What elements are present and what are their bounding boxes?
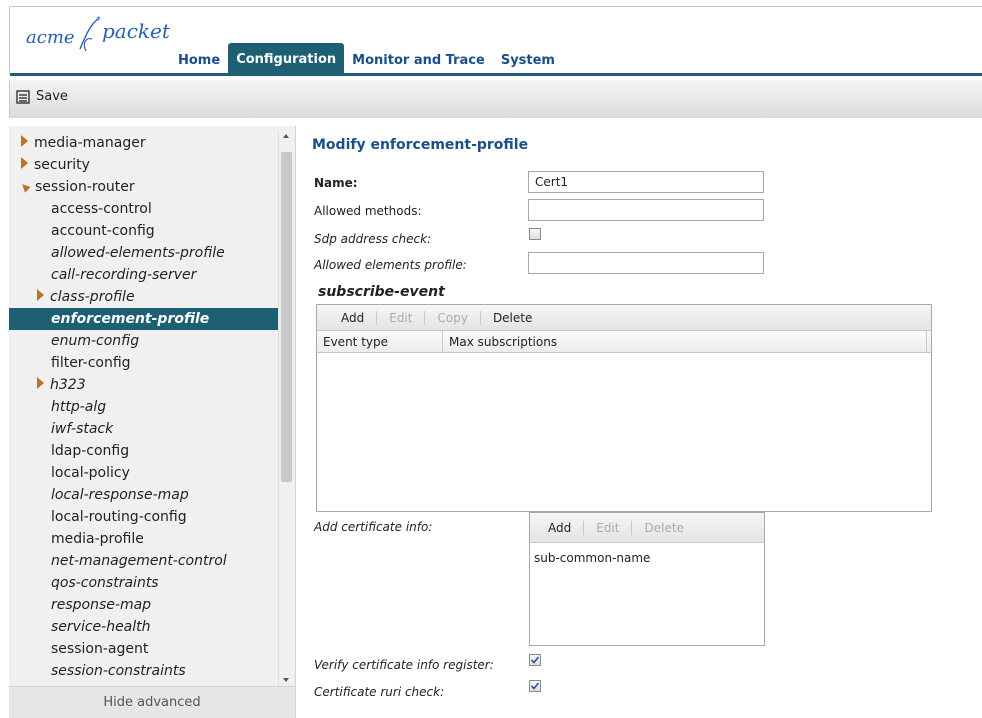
- tree-item-qos-constraints[interactable]: qos-constraints: [9, 572, 279, 594]
- tree-item-session-constraints[interactable]: session-constraints: [9, 660, 279, 682]
- sidebar-scrollbar[interactable]: [278, 130, 294, 688]
- tab-system[interactable]: System: [493, 47, 563, 75]
- cert-add-button[interactable]: Add: [536, 521, 583, 535]
- svg-text:*: *: [96, 15, 101, 26]
- subscribe-delete-button[interactable]: Delete: [481, 311, 544, 325]
- subscribe-edit-button[interactable]: Edit: [377, 311, 424, 325]
- scrollbar-thumb[interactable]: [281, 152, 292, 482]
- allowed-methods-input[interactable]: [528, 199, 764, 221]
- tab-configuration[interactable]: Configuration: [228, 43, 345, 75]
- column-max-subscriptions[interactable]: Max subscriptions: [443, 331, 927, 352]
- hide-advanced-button[interactable]: Hide advanced: [9, 686, 295, 718]
- tree-item-media-manager[interactable]: media-manager: [9, 132, 279, 154]
- checkmark-icon: [530, 682, 540, 690]
- certificate-ruri-check-label: Certificate ruri check:: [314, 685, 445, 699]
- scroll-down-arrow-icon[interactable]: [283, 678, 289, 682]
- tree-item-session-agent[interactable]: session-agent: [9, 638, 279, 660]
- tree-item-local-response-map[interactable]: local-response-map: [9, 484, 279, 506]
- tree-item-access-control[interactable]: access-control: [9, 198, 279, 220]
- tree-item-iwf-stack[interactable]: iwf-stack: [9, 418, 279, 440]
- tree-item-enforcement-profile[interactable]: enforcement-profile: [9, 308, 279, 330]
- save-icon: [16, 89, 30, 104]
- config-tree: media-manager security session-router ac…: [9, 132, 279, 682]
- acme-packet-logo: acme * packet: [26, 15, 176, 55]
- certificate-ruri-check-checkbox[interactable]: [529, 680, 541, 692]
- tree-item-media-profile[interactable]: media-profile: [9, 528, 279, 550]
- tree-item-http-alg[interactable]: http-alg: [9, 396, 279, 418]
- subscribe-event-grid: Add Edit Copy Delete Event type Max subs…: [316, 304, 932, 512]
- main-panel: Modify enforcement-profile Name: Allowed…: [296, 126, 982, 718]
- checkmark-icon: [530, 656, 540, 664]
- add-certificate-info-label: Add certificate info:: [314, 520, 433, 534]
- tree-item-local-policy[interactable]: local-policy: [9, 462, 279, 484]
- tree-item-class-profile[interactable]: class-profile: [9, 286, 279, 308]
- expand-arrow-icon[interactable]: [21, 135, 28, 147]
- subscribe-event-header: Event type Max subscriptions: [317, 331, 931, 353]
- verify-certificate-info-register-checkbox[interactable]: [529, 654, 541, 666]
- certificate-info-toolbar: Add Edit Delete: [530, 513, 764, 543]
- name-input[interactable]: [528, 171, 764, 193]
- expand-arrow-icon[interactable]: [21, 157, 28, 169]
- tree-item-filter-config[interactable]: filter-config: [9, 352, 279, 374]
- tree-item-h323[interactable]: h323: [9, 374, 279, 396]
- main-nav: Home Configuration Monitor and Trace Sys…: [170, 43, 563, 75]
- form-title: Modify enforcement-profile: [312, 137, 529, 153]
- cert-edit-button[interactable]: Edit: [584, 521, 631, 535]
- tree-item-call-recording-server[interactable]: call-recording-server: [9, 264, 279, 286]
- subscribe-event-title: subscribe-event: [318, 284, 445, 300]
- tree-item-security[interactable]: security: [9, 154, 279, 176]
- subscribe-event-toolbar: Add Edit Copy Delete: [317, 305, 931, 331]
- config-sidebar: media-manager security session-router ac…: [9, 126, 296, 718]
- column-event-type[interactable]: Event type: [317, 331, 443, 352]
- tree-item-account-config[interactable]: account-config: [9, 220, 279, 242]
- tree-item-ldap-config[interactable]: ldap-config: [9, 440, 279, 462]
- subscribe-add-button[interactable]: Add: [329, 311, 376, 325]
- scroll-up-arrow-icon[interactable]: [283, 134, 289, 138]
- sdp-address-check-checkbox[interactable]: [529, 228, 541, 240]
- allowed-methods-label: Allowed methods:: [314, 204, 422, 218]
- collapse-arrow-icon[interactable]: [19, 181, 31, 193]
- tree-item-service-health[interactable]: service-health: [9, 616, 279, 638]
- tree-item-allowed-elements-profile[interactable]: allowed-elements-profile: [9, 242, 279, 264]
- tree-item-local-routing-config[interactable]: local-routing-config: [9, 506, 279, 528]
- save-label: Save: [36, 89, 68, 104]
- logo-acme-text: acme: [26, 27, 75, 48]
- name-label: Name:: [314, 176, 358, 190]
- list-item[interactable]: sub-common-name: [530, 543, 764, 565]
- tree-item-response-map[interactable]: response-map: [9, 594, 279, 616]
- allowed-elements-profile-input[interactable]: [528, 252, 764, 274]
- subscribe-copy-button[interactable]: Copy: [425, 311, 479, 325]
- tree-item-enum-config[interactable]: enum-config: [9, 330, 279, 352]
- logo-packet-text: packet: [102, 19, 170, 43]
- tab-home[interactable]: Home: [170, 47, 228, 75]
- tab-monitor-and-trace[interactable]: Monitor and Trace: [344, 47, 493, 75]
- tree-item-net-management-control[interactable]: net-management-control: [9, 550, 279, 572]
- allowed-elements-profile-label: Allowed elements profile:: [314, 258, 467, 272]
- header-divider: [10, 73, 982, 76]
- expand-arrow-icon[interactable]: [37, 377, 44, 389]
- tree-item-session-router[interactable]: session-router: [9, 176, 279, 198]
- save-button[interactable]: Save: [16, 89, 68, 104]
- expand-arrow-icon[interactable]: [37, 289, 44, 301]
- cert-delete-button[interactable]: Delete: [632, 521, 695, 535]
- sdp-address-check-label: Sdp address check:: [314, 232, 432, 246]
- verify-certificate-info-register-label: Verify certificate info register:: [314, 658, 494, 672]
- app-header: acme * packet Home Configuration Monitor…: [9, 6, 982, 76]
- toolbar: Save: [9, 80, 982, 118]
- certificate-info-list: Add Edit Delete sub-common-name: [529, 512, 765, 646]
